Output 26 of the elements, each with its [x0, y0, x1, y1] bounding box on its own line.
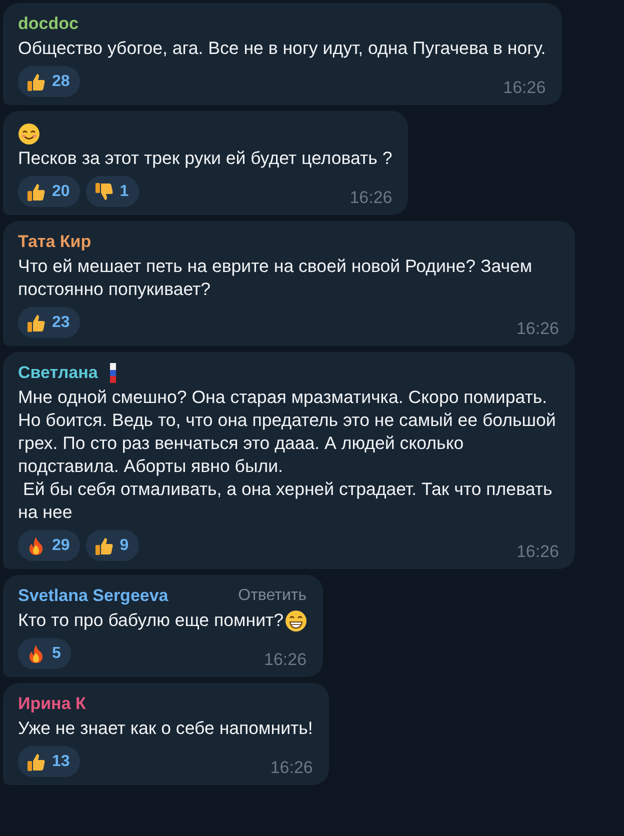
reaction-button[interactable]: 28	[18, 66, 80, 97]
message-text: Общество убогое, ага. Все не в ногу идут, одна Пугачева в ногу.	[18, 37, 546, 60]
message-time: 16:26	[516, 542, 559, 562]
message-text: Мне одной смешно? Она старая мразматичка. Скоро помирать. Но боится. Ведь то, что она предатель это не самый ее большой грех. По сто раз венчаться это дааа. А людей сколько подставила. Аборты явно были. Ей бы себя отмаливать, а она херней страдает. Так что плевать на нее	[18, 386, 557, 524]
reaction-button[interactable]: 29	[18, 530, 80, 561]
author-name[interactable]: Ирина К	[18, 694, 86, 714]
message-text: Уже не знает как о себе напомнить!	[18, 717, 313, 740]
message-time: 16:26	[516, 319, 559, 339]
author-name[interactable]: docdoc	[18, 14, 78, 34]
reaction-button[interactable]: 5	[18, 638, 71, 669]
message-time: 16:26	[503, 78, 546, 98]
reaction-button[interactable]: 1	[86, 176, 139, 207]
reaction-button[interactable]: 20	[18, 176, 80, 207]
message-time: 16:26	[350, 188, 392, 208]
message-text: Что ей мешает петь на еврите на своей новой Родине? Зачем постоянно попукивает?	[18, 255, 534, 301]
message-text: Песков за этот трек руки ей будет целовать ?	[18, 147, 392, 170]
reply-link[interactable]: Ответить	[208, 587, 307, 605]
message-time: 16:26	[264, 650, 307, 670]
reaction-button[interactable]: 13	[18, 746, 80, 777]
message-text: Кто то про бабулю еще помнит?	[18, 609, 284, 632]
reaction-button[interactable]: 9	[86, 530, 139, 561]
author-name[interactable]: Светлана	[18, 363, 98, 383]
reaction-button[interactable]: 23	[18, 307, 80, 338]
author-name[interactable]: Тата Кир	[18, 232, 92, 252]
message-time: 16:26	[270, 758, 313, 778]
author-name[interactable]: Svetlana Sergeeva	[18, 586, 168, 606]
